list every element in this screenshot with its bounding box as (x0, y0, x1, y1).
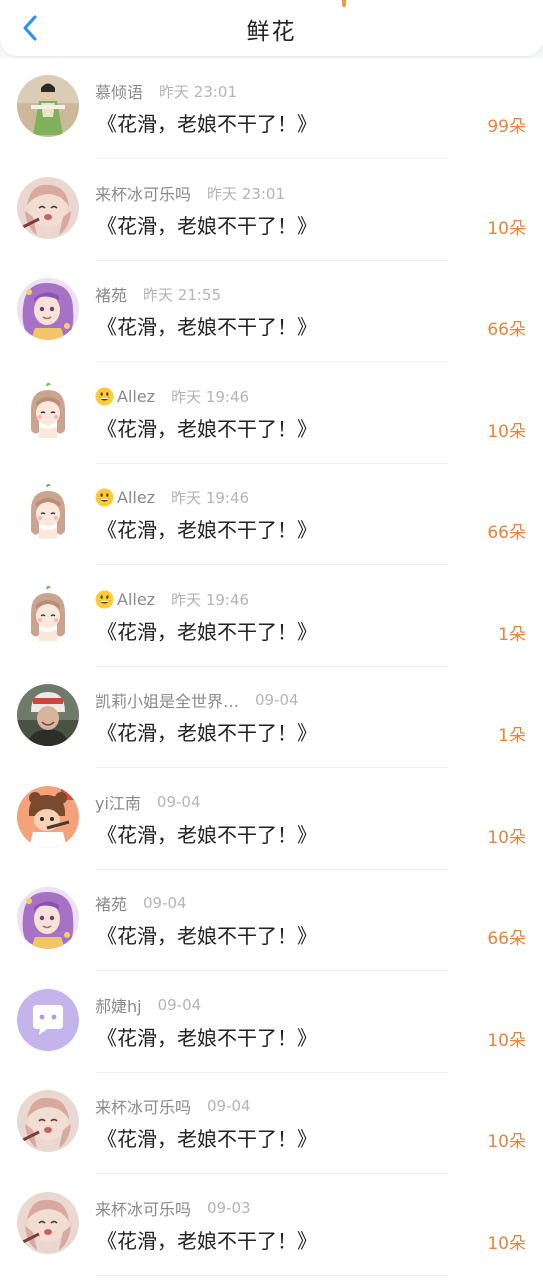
send-time: 昨天 23:01 (207, 184, 286, 203)
avatar[interactable] (17, 1192, 79, 1254)
book-title[interactable]: 《花滑，老娘不干了！》 (97, 920, 317, 949)
send-time: 昨天 23:01 (159, 82, 238, 101)
flower-count: 99朵 (487, 117, 526, 137)
book-title[interactable]: 《花滑，老娘不干了！》 (97, 717, 317, 746)
list-item[interactable]: Allez 昨天 19:46 《花滑，老娘不干了！》 10朵 (0, 363, 543, 464)
send-time: 09-03 (207, 1199, 251, 1217)
sender-name[interactable]: 来杯冰可乐吗 (95, 181, 191, 205)
avatar[interactable] (17, 887, 79, 949)
flower-count: 66朵 (487, 320, 526, 340)
sender-info: 来杯冰可乐吗 昨天 23:01 (95, 181, 286, 205)
flower-count: 66朵 (487, 523, 526, 543)
send-time: 昨天 19:46 (171, 488, 250, 507)
sender-name[interactable]: Allez (117, 590, 155, 609)
sender-info: Allez 昨天 19:46 (95, 588, 249, 610)
divider (95, 767, 448, 768)
send-time: 昨天 19:46 (171, 590, 250, 609)
sender-info: Allez 昨天 19:46 (95, 385, 249, 407)
flower-count: 10朵 (487, 219, 526, 239)
sender-name[interactable]: yi江南 (95, 790, 141, 814)
flower-count: 10朵 (487, 1031, 526, 1051)
list-item[interactable]: 来杯冰可乐吗 昨天 23:01 《花滑，老娘不干了！》 10朵 (0, 160, 543, 261)
book-title[interactable]: 《花滑，老娘不干了！》 (97, 1123, 317, 1152)
list-item[interactable]: 郝婕hj 09-04 《花滑，老娘不干了！》 10朵 (0, 972, 543, 1073)
send-time: 09-04 (207, 1097, 251, 1115)
book-title[interactable]: 《花滑，老娘不干了！》 (97, 1022, 317, 1051)
grinning-face-icon (95, 487, 114, 507)
flower-count: 10朵 (487, 1234, 526, 1254)
list-item[interactable]: 慕倾语 昨天 23:01 《花滑，老娘不干了！》 99朵 (0, 58, 543, 159)
sender-name[interactable]: Allez (117, 488, 155, 507)
sender-info: 褚苑 昨天 21:55 (95, 282, 222, 306)
avatar[interactable] (17, 481, 79, 543)
send-time: 09-04 (157, 996, 202, 1014)
sender-info: 郝婕hj 09-04 (95, 994, 201, 1016)
book-title[interactable]: 《花滑，老娘不干了！》 (97, 413, 317, 442)
sender-info: 凯莉小姐是全世界… 09-04 (95, 689, 299, 711)
avatar[interactable] (17, 989, 79, 1051)
divider (95, 361, 448, 362)
send-time: 09-04 (156, 793, 201, 811)
send-time: 昨天 19:46 (171, 387, 250, 406)
list-item[interactable]: Allez 昨天 19:46 《花滑，老娘不干了！》 1朵 (0, 566, 543, 667)
sender-name[interactable]: 褚苑 (95, 282, 127, 306)
page-title: 鲜花 (246, 19, 297, 45)
flower-count: 1朵 (498, 625, 526, 645)
list-item[interactable]: 褚苑 昨天 21:55 《花滑，老娘不干了！》 66朵 (0, 261, 543, 362)
sender-info: 来杯冰可乐吗 09-04 (95, 1095, 251, 1117)
book-title[interactable]: 《花滑，老娘不干了！》 (97, 616, 317, 645)
grinning-face-icon (95, 386, 114, 406)
list-item[interactable]: yi江南 09-04 《花滑，老娘不干了！》 10朵 (0, 769, 543, 870)
avatar[interactable] (17, 380, 79, 442)
flower-record-list[interactable]: 慕倾语 昨天 23:01 《花滑，老娘不干了！》 99朵 来杯冰可乐吗 昨天 23:01 《… (0, 58, 543, 1280)
sender-info: Allez 昨天 19:46 (95, 486, 249, 508)
book-title[interactable]: 《花滑，老娘不干了！》 (97, 514, 317, 543)
sender-name[interactable]: 来杯冰可乐吗 (95, 1094, 191, 1118)
divider (95, 564, 448, 565)
avatar[interactable] (17, 75, 79, 137)
sender-name[interactable]: 褚苑 (95, 891, 127, 915)
grinning-face-icon (95, 589, 114, 609)
send-time: 09-04 (255, 691, 299, 709)
flower-count: 1朵 (498, 726, 526, 746)
list-item[interactable]: 凯莉小姐是全世界… 09-04 《花滑，老娘不干了！》 1朵 (0, 667, 543, 768)
sender-info: 慕倾语 昨天 23:01 (95, 79, 238, 103)
avatar[interactable] (17, 786, 79, 848)
divider (95, 970, 448, 971)
sender-info: 褚苑 09-04 (95, 892, 187, 914)
send-time: 09-04 (143, 894, 187, 912)
avatar[interactable] (17, 1090, 79, 1152)
book-title[interactable]: 《花滑，老娘不干了！》 (97, 819, 317, 848)
divider (95, 1173, 448, 1174)
divider (95, 1275, 448, 1276)
list-item[interactable]: 来杯冰可乐吗 09-03 《花滑，老娘不干了！》 10朵 (0, 1175, 543, 1276)
book-title[interactable]: 《花滑，老娘不干了！》 (97, 210, 317, 239)
avatar[interactable] (17, 684, 79, 746)
list-item[interactable]: 来杯冰可乐吗 09-04 《花滑，老娘不干了！》 10朵 (0, 1073, 543, 1174)
flower-count: 66朵 (487, 929, 526, 949)
sender-name[interactable]: 来杯冰可乐吗 (95, 1196, 191, 1220)
sender-name[interactable]: 凯莉小姐是全世界… (95, 688, 239, 712)
divider (95, 158, 448, 159)
flower-count: 10朵 (487, 422, 526, 442)
list-item[interactable]: 褚苑 09-04 《花滑，老娘不干了！》 66朵 (0, 870, 543, 971)
top-bar: 鲜花 (0, 0, 543, 56)
avatar[interactable] (17, 278, 79, 340)
sender-name[interactable]: 慕倾语 (95, 79, 143, 103)
book-title[interactable]: 《花滑，老娘不干了！》 (97, 108, 317, 137)
sender-info: 来杯冰可乐吗 09-03 (95, 1197, 251, 1219)
avatar[interactable] (17, 177, 79, 239)
flower-count: 10朵 (487, 828, 526, 848)
avatar[interactable] (17, 583, 79, 645)
send-time: 昨天 21:55 (143, 285, 222, 304)
sender-info: yi江南 09-04 (95, 791, 201, 813)
flower-count: 10朵 (487, 1132, 526, 1152)
sender-name[interactable]: 郝婕hj (95, 993, 142, 1017)
book-title[interactable]: 《花滑，老娘不干了！》 (97, 311, 317, 340)
sender-name[interactable]: Allez (117, 387, 155, 406)
list-item[interactable]: Allez 昨天 19:46 《花滑，老娘不干了！》 66朵 (0, 464, 543, 565)
header-accent-mark (342, 0, 346, 7)
book-title[interactable]: 《花滑，老娘不干了！》 (97, 1225, 317, 1254)
